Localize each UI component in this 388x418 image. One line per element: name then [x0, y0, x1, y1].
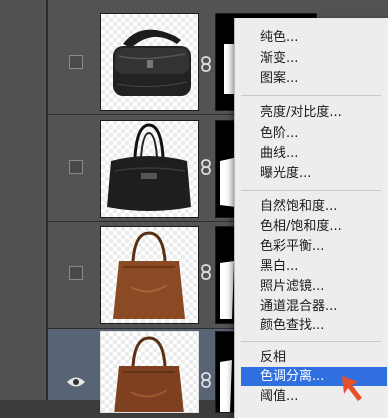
menu-item-curves[interactable]: 曲线...	[235, 144, 387, 163]
menu-item-black-white[interactable]: 黑白...	[235, 257, 387, 276]
menu-item-photo-filter[interactable]: 照片滤镜...	[235, 277, 387, 296]
adjustment-layer-menu: 纯色... 渐变... 图案... 亮度/对比度... 色阶... 曲线... …	[234, 18, 388, 418]
eye-icon[interactable]	[66, 374, 86, 388]
menu-item-brightness-contrast[interactable]: 亮度/对比度...	[235, 103, 387, 122]
menu-separator	[241, 341, 381, 342]
black-messenger-bag-image	[113, 29, 191, 96]
layers-panel-left-strip	[0, 0, 46, 400]
chain-link-icon[interactable]	[199, 56, 213, 72]
menu-item-pattern[interactable]: 图案...	[235, 69, 387, 88]
layer-thumbnail[interactable]	[100, 13, 199, 111]
menu-item-vibrance[interactable]: 自然饱和度...	[235, 197, 387, 216]
layer-visibility-checkbox[interactable]	[69, 160, 83, 174]
layer-thumbnail[interactable]	[100, 120, 199, 218]
chain-link-icon[interactable]	[199, 372, 213, 388]
menu-item-color-balance[interactable]: 色彩平衡...	[235, 237, 387, 256]
menu-separator	[241, 95, 381, 96]
black-duffel-bag-image	[107, 123, 191, 211]
menu-separator	[241, 190, 381, 191]
layer-visibility-checkbox[interactable]	[69, 266, 83, 280]
menu-item-channel-mixer[interactable]: 通道混合器...	[235, 297, 387, 316]
brown-tote-bag-image	[113, 231, 185, 319]
menu-item-invert[interactable]: 反相	[235, 348, 387, 367]
chain-link-icon[interactable]	[199, 264, 213, 280]
layer-thumbnail[interactable]	[100, 331, 199, 413]
menu-item-levels[interactable]: 色阶...	[235, 124, 387, 143]
menu-item-hue-saturation[interactable]: 色相/饱和度...	[235, 217, 387, 236]
menu-item-solid-color[interactable]: 纯色...	[235, 28, 387, 47]
layer-thumbnail[interactable]	[100, 226, 199, 324]
chain-link-icon[interactable]	[199, 159, 213, 175]
brown-tote-bag-image	[114, 336, 184, 412]
menu-item-exposure[interactable]: 曝光度...	[235, 164, 387, 183]
menu-item-color-lookup[interactable]: 颜色查找...	[235, 316, 387, 335]
arrow-cursor-icon	[336, 372, 376, 402]
menu-item-gradient[interactable]: 渐变...	[235, 49, 387, 68]
layer-visibility-checkbox[interactable]	[69, 55, 83, 69]
